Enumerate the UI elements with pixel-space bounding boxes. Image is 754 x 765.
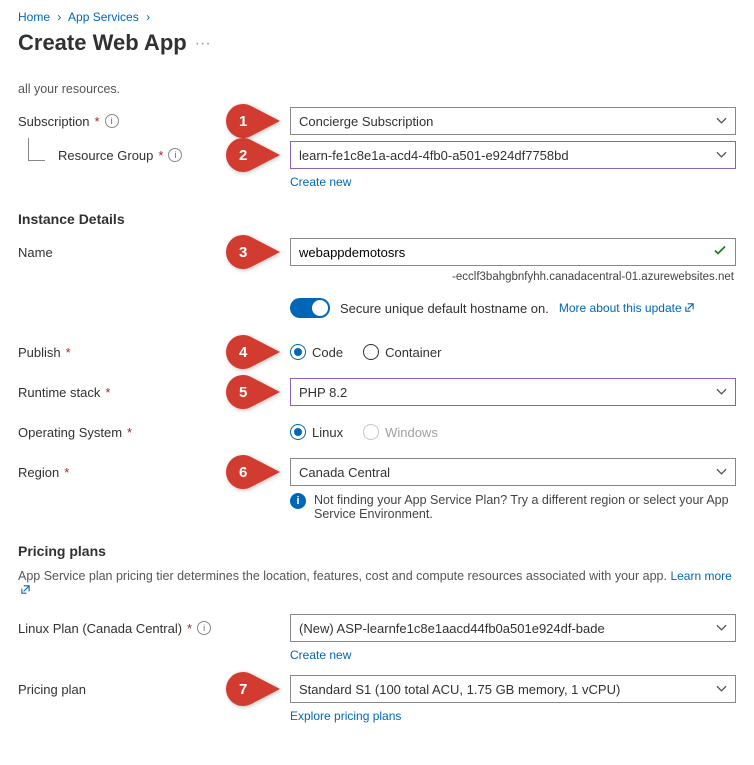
subscription-label: Subscription* i bbox=[18, 114, 290, 129]
os-label: Operating System* bbox=[18, 425, 290, 440]
create-new-rg-link[interactable]: Create new bbox=[290, 175, 351, 189]
info-icon[interactable]: i bbox=[197, 621, 211, 635]
chevron-down-icon bbox=[716, 116, 727, 127]
runtime-select[interactable]: PHP 8.2 bbox=[290, 378, 736, 406]
name-input-wrapper bbox=[290, 238, 736, 266]
subscription-select[interactable]: Concierge Subscription bbox=[290, 107, 736, 135]
explore-plans-link[interactable]: Explore pricing plans bbox=[290, 709, 401, 723]
chevron-down-icon bbox=[716, 387, 727, 398]
hostname-toggle[interactable] bbox=[290, 298, 330, 318]
chevron-down-icon bbox=[716, 623, 727, 634]
page-title: Create Web App··· bbox=[18, 30, 736, 56]
name-label: Name bbox=[18, 245, 290, 260]
hostname-suffix: -ecclf3bahgbnfyhh.canadacentral-01.azure… bbox=[290, 271, 736, 283]
toggle-more-link[interactable]: More about this update bbox=[559, 301, 695, 315]
publish-container-radio[interactable]: Container bbox=[363, 344, 441, 360]
check-icon bbox=[713, 244, 727, 261]
resource-group-label: Resource Group* i bbox=[18, 148, 290, 163]
external-link-icon bbox=[684, 301, 695, 315]
linux-plan-select[interactable]: (New) ASP-learnfe1c8e1aacd44fb0a501e924d… bbox=[290, 614, 736, 642]
chevron-right-icon: › bbox=[146, 10, 150, 24]
breadcrumb: Home › App Services › bbox=[18, 10, 736, 24]
pricing-intro: App Service plan pricing tier determines… bbox=[18, 569, 736, 597]
info-icon: i bbox=[290, 493, 306, 509]
breadcrumb-home[interactable]: Home bbox=[18, 10, 50, 24]
region-label: Region* bbox=[18, 465, 290, 480]
chevron-down-icon bbox=[716, 684, 727, 695]
preamble-text: all your resources. bbox=[18, 82, 736, 96]
external-link-icon bbox=[20, 583, 31, 597]
region-note: Not finding your App Service Plan? Try a… bbox=[314, 493, 736, 521]
info-icon[interactable]: i bbox=[168, 148, 182, 162]
instance-details-heading: Instance Details bbox=[18, 211, 736, 227]
info-icon[interactable]: i bbox=[105, 114, 119, 128]
chevron-right-icon: › bbox=[57, 10, 61, 24]
pricing-plan-label: Pricing plan bbox=[18, 682, 290, 697]
runtime-label: Runtime stack* bbox=[18, 385, 290, 400]
publish-label: Publish* bbox=[18, 345, 290, 360]
name-input[interactable] bbox=[299, 245, 689, 260]
create-new-plan-link[interactable]: Create new bbox=[290, 648, 351, 662]
breadcrumb-appservices[interactable]: App Services bbox=[68, 10, 139, 24]
os-windows-radio: Windows bbox=[363, 424, 438, 440]
publish-code-radio[interactable]: Code bbox=[290, 344, 343, 360]
toggle-text: Secure unique default hostname on. bbox=[340, 301, 549, 316]
linux-plan-label: Linux Plan (Canada Central)* i bbox=[18, 621, 290, 636]
resource-group-select[interactable]: learn-fe1c8e1a-acd4-4fb0-a501-e924df7758… bbox=[290, 141, 736, 169]
chevron-down-icon bbox=[716, 467, 727, 478]
more-icon[interactable]: ··· bbox=[195, 35, 211, 52]
pricing-plan-select[interactable]: Standard S1 (100 total ACU, 1.75 GB memo… bbox=[290, 675, 736, 703]
os-linux-radio[interactable]: Linux bbox=[290, 424, 343, 440]
region-select[interactable]: Canada Central bbox=[290, 458, 736, 486]
chevron-down-icon bbox=[716, 150, 727, 161]
pricing-plans-heading: Pricing plans bbox=[18, 543, 736, 559]
